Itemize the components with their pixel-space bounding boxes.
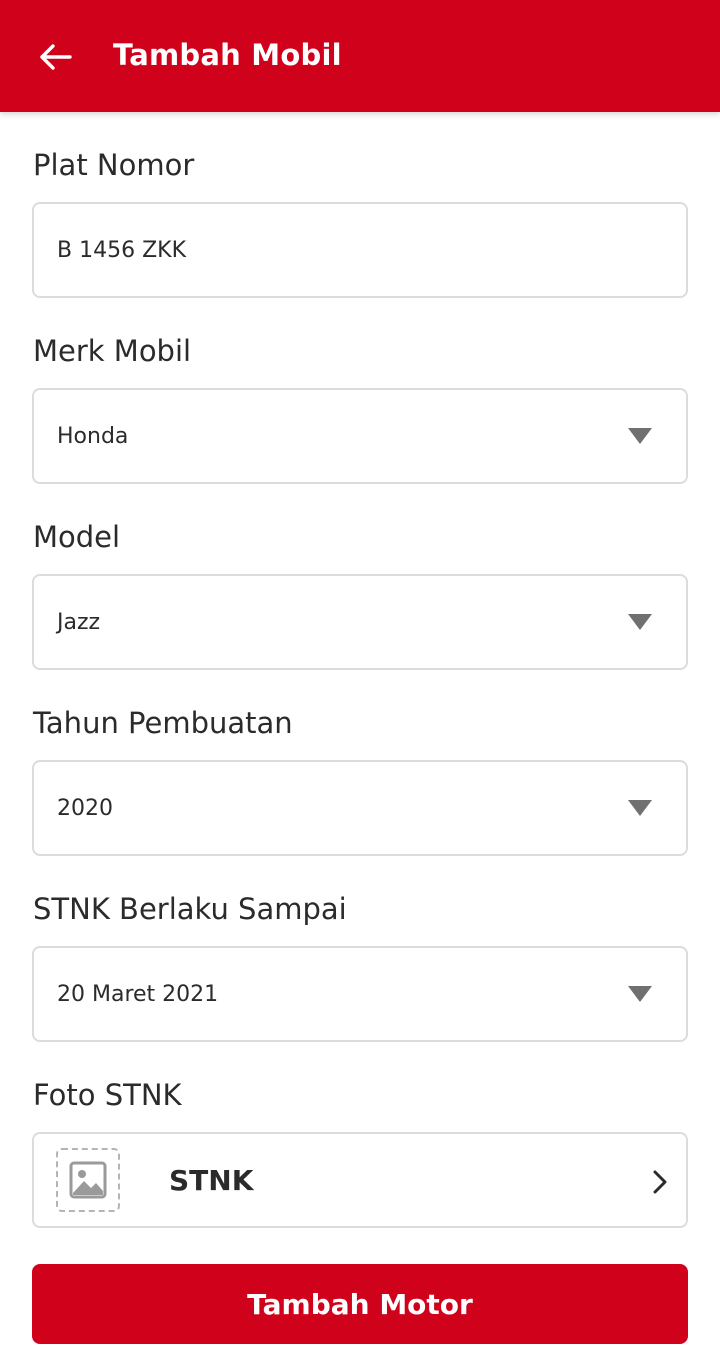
- model-label: Model: [33, 520, 121, 554]
- back-button[interactable]: [32, 34, 78, 80]
- submit-button[interactable]: Tambah Motor: [32, 1264, 688, 1344]
- stnk-valid-dropdown[interactable]: 20 Maret 2021: [32, 946, 688, 1042]
- model-value: Jazz: [57, 610, 101, 635]
- photo-placeholder: [56, 1148, 120, 1212]
- caret-down-icon: [628, 986, 652, 1002]
- plate-label: Plat Nomor: [33, 148, 195, 182]
- caret-down-icon: [628, 428, 652, 444]
- stnk-photo-label: Foto STNK: [33, 1078, 182, 1112]
- arrow-left-icon: [40, 44, 72, 70]
- plate-field[interactable]: B 1456 ZKK: [32, 202, 688, 298]
- year-dropdown[interactable]: 2020: [32, 760, 688, 856]
- brand-label: Merk Mobil: [33, 334, 192, 368]
- stnk-photo-name: STNK: [169, 1164, 254, 1197]
- year-label: Tahun Pembuatan: [33, 706, 293, 740]
- stnk-valid-label: STNK Berlaku Sampai: [33, 892, 347, 926]
- chevron-right-icon: [653, 1170, 667, 1194]
- caret-down-icon: [628, 800, 652, 816]
- caret-down-icon: [628, 614, 652, 630]
- plate-value: B 1456 ZKK: [57, 238, 186, 263]
- stnk-photo-picker[interactable]: STNK: [32, 1132, 688, 1228]
- brand-value: Honda: [57, 424, 129, 449]
- app-bar: Tambah Mobil: [0, 0, 720, 112]
- model-dropdown[interactable]: Jazz: [32, 574, 688, 670]
- image-icon: [69, 1161, 107, 1199]
- brand-dropdown[interactable]: Honda: [32, 388, 688, 484]
- page-title: Tambah Mobil: [113, 38, 342, 72]
- year-value: 2020: [57, 796, 113, 821]
- stnk-valid-value: 20 Maret 2021: [57, 982, 219, 1007]
